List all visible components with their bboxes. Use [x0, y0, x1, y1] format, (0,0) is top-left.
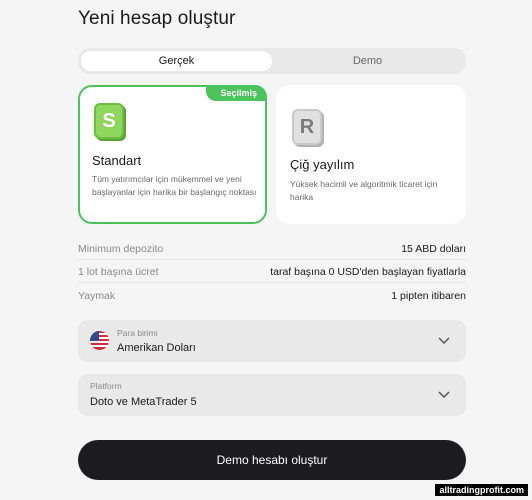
s-account-icon: S [94, 103, 124, 139]
chevron-down-icon [438, 391, 450, 399]
divider [78, 259, 466, 260]
page-title: Yeni hesap oluştur [78, 8, 236, 29]
info-row-commission: 1 lot başına ücret taraf başına 0 USD'de… [78, 264, 466, 280]
divider [78, 282, 466, 283]
info-label: 1 lot başına ücret [78, 266, 159, 278]
info-row-min-deposit: Minimum depozito 15 ABD doları [78, 241, 466, 257]
create-demo-account-button[interactable]: Demo hesabı oluştur [78, 440, 466, 480]
r-account-icon: R [292, 109, 322, 145]
currency-label: Para birimi [117, 328, 158, 338]
tab-demo[interactable]: Demo [272, 51, 463, 71]
account-card-standard[interactable]: Seçilmiş S Standart Tüm yatırımcılar içi… [78, 85, 267, 224]
selected-badge: Seçilmiş [206, 85, 267, 101]
account-card-title: Standart [92, 153, 142, 168]
info-label: Minimum depozito [78, 243, 164, 255]
tab-real[interactable]: Gerçek [81, 51, 272, 71]
watermark: alltradingprofit.com [435, 484, 528, 496]
account-card-description: Tüm yatırımcılar için mükemmel ve yeni b… [92, 174, 257, 197]
info-value: taraf başına 0 USD'den başlayan fiyatlar… [270, 266, 466, 278]
info-row-spread: Yaymak 1 pipten itibaren [78, 288, 466, 304]
currency-value: Amerikan Doları [117, 342, 196, 354]
info-label: Yaymak [78, 290, 116, 302]
platform-label: Platform [90, 381, 122, 391]
info-value: 15 ABD doları [401, 243, 466, 255]
account-card-raw-spread[interactable]: R Çiğ yayılım Yüksek hacimli ve algoritm… [276, 85, 466, 224]
platform-value: Doto ve MetaTrader 5 [90, 396, 197, 408]
chevron-down-icon [438, 337, 450, 345]
account-card-description: Yüksek hacimli ve algoritmik ticaret içi… [290, 179, 438, 202]
info-value: 1 pipten itibaren [391, 290, 466, 302]
currency-select[interactable]: Para birimi Amerikan Doları [78, 320, 466, 362]
us-flag-icon [90, 331, 109, 350]
platform-select[interactable]: Platform Doto ve MetaTrader 5 [78, 374, 466, 416]
account-type-tabs: Gerçek Demo [78, 48, 466, 74]
account-card-title: Çiğ yayılım [290, 157, 355, 172]
